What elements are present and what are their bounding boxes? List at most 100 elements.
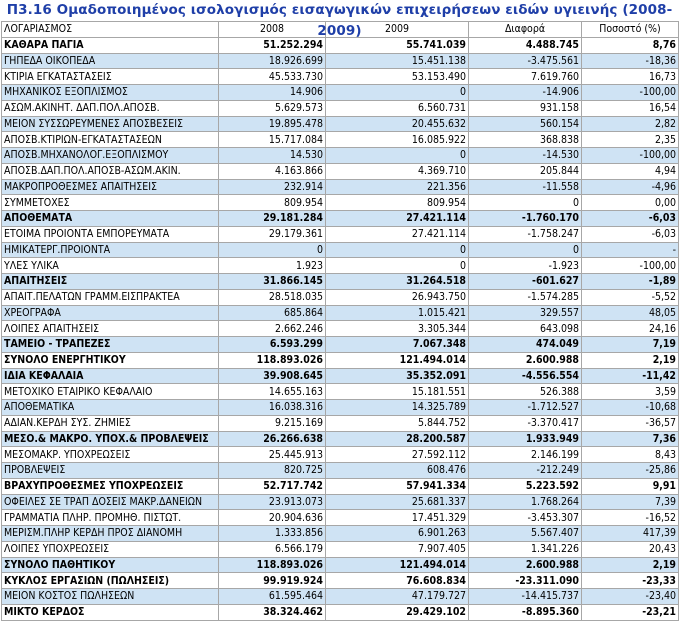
difference-cell: -3.453.307 [468,509,582,526]
account-cell: ΟΦΕΙΛΕΣ ΣΕ ΤΡΑΠ ΔΟΣΕΙΣ ΜΑΚΡ.ΔΑΝΕΙΩΝ [1,493,219,511]
value-2009-cell: 27.421.114 [325,210,469,227]
account-cell: ΛΟΙΠΕΣ ΑΠΑΙΤΗΣΕΙΣ [1,320,219,337]
percentage-cell: 2,19 [581,351,679,369]
account-cell: ΑΠΟΣΒ.ΔΑΠ.ΠΟΛ.ΑΠΟΣΒ-ΑΣΩΜ.ΑΚΙΝ. [1,162,219,180]
value-2008-cell: 1.333.856 [218,525,326,542]
percentage-cell: 7,39 [581,493,679,511]
value-2008-cell: 61.595.464 [218,588,326,605]
percentage-cell: -1,89 [581,273,679,290]
percentage-cell: 9,91 [581,477,679,495]
difference-cell: 329.557 [468,304,582,322]
difference-cell: 7.619.760 [468,68,582,85]
difference-cell: 4.488.745 [468,36,582,54]
value-2008-cell: 118.893.026 [218,556,326,574]
value-2008-cell: 18.926.699 [218,52,326,70]
account-cell: ΑΠΟΣΒ.ΚΤΙΡΙΩΝ-ΕΓΚΑΤΑΣΤΑΣΕΩΝ [1,131,219,148]
value-2009-cell: 1.015.421 [325,304,469,322]
value-2008-cell: 28.518.035 [218,288,326,306]
difference-cell: 1.341.226 [468,540,582,558]
value-2009-cell: 26.943.750 [325,288,469,306]
value-2008-cell: 0 [218,241,326,259]
account-cell: ΑΠΟΘΕΜΑΤΑ [1,210,219,227]
table-row: ΧΡΕΟΓΡΑΦΑ 685.864 1.015.421 329.557 48,05 [1,304,679,322]
table-row: ΒΡΑΧΥΠΡΟΘΕΣΜΕΣ ΥΠΟΧΡΕΩΣΕΙΣ 52.717.742 57.9… [1,477,679,495]
value-2009-cell: 25.681.337 [325,493,469,511]
value-2008-cell: 4.163.866 [218,162,326,180]
value-2009-cell: 121.494.014 [325,556,469,574]
header-difference: Διαφορά [468,21,582,38]
value-2008-cell: 685.864 [218,304,326,322]
percentage-cell: 0,00 [581,194,679,211]
value-2008-cell: 820.725 [218,462,326,479]
value-2009-cell: 53.153.490 [325,68,469,85]
difference-cell: -1.758.247 [468,225,582,243]
value-2008-cell: 1.923 [218,257,326,274]
table-row: ΠΡΟΒΛΕΨΕΙΣ 820.725 608.476 -212.249 -25,86 [1,462,679,479]
percentage-cell: -11,42 [581,367,679,385]
account-cell: ΕΤΟΙΜΑ ΠΡΟΙΟΝΤΑ ΕΜΠΟΡΕΥΜΑΤΑ [1,225,219,243]
difference-cell: 5.223.592 [468,477,582,495]
table-row: ΑΠΑΙΤΗΣΕΙΣ 31.866.145 31.264.518 -601.627 -1… [1,273,679,290]
table-row: ΣΥΜΜΕΤΟΧΕΣ 809.954 809.954 0 0,00 [1,194,679,211]
value-2009-cell: 4.369.710 [325,162,469,180]
value-2008-cell: 26.266.638 [218,430,326,448]
percentage-cell: - [581,241,679,259]
percentage-cell: 4,94 [581,162,679,180]
value-2009-cell: 27.421.114 [325,225,469,243]
difference-cell: 2.600.988 [468,351,582,369]
difference-cell: 5.567.407 [468,525,582,542]
value-2009-cell: 20.455.632 [325,115,469,133]
percentage-cell: 2,35 [581,131,679,148]
account-cell: ΜΙΚΤΟ ΚΕΡΔΟΣ [1,603,219,621]
difference-cell: -8.895.360 [468,603,582,621]
table-row: ΜΕΣΟΜΑΚΡ. ΥΠΟΧΡΕΩΣΕΙΣ 25.445.913 27.592.11… [1,446,679,463]
difference-cell: 1.768.264 [468,493,582,511]
difference-cell: 560.154 [468,115,582,133]
table-row: ΗΜΙΚΑΤΕΡΓ.ΠΡΟΙΟΝΤΑ 0 0 0- [1,241,679,259]
difference-cell: 0 [468,241,582,259]
value-2009-cell: 0 [325,257,469,274]
difference-cell: 474.049 [468,336,582,353]
percentage-cell: 16,73 [581,68,679,85]
difference-cell: -14.906 [468,84,582,101]
difference-cell: -14.530 [468,147,582,164]
difference-cell: -212.249 [468,462,582,479]
value-2008-cell: 2.662.246 [218,320,326,337]
account-cell: ΓΗΠΕΔΑ ΟΙΚΟΠΕΔΑ [1,52,219,70]
table-row: ΓΡΑΜΜΑΤΙΑ ΠΛΗΡ. ΠΡΟΜΗΘ. ΠΙΣΤΩΤ. 20.904.63… [1,509,679,526]
table-row: ΑΣΩΜ.ΑΚΙΝΗΤ. ΔΑΠ.ΠΟΛ.ΑΠΟΣΒ. 5.629.573 6.56… [1,99,679,117]
value-2009-cell: 7.067.348 [325,336,469,353]
percentage-cell: -4,96 [581,178,679,196]
percentage-cell: 3,59 [581,383,679,400]
percentage-cell: 7,36 [581,430,679,448]
account-cell: ΜΕΣΟ.& ΜΑΚΡΟ. ΥΠΟΧ.& ΠΡΟΒΛΕΨΕΙΣ [1,430,219,448]
table-row: ΛΟΙΠΕΣ ΥΠΟΧΡΕΩΣΕΙΣ 6.566.179 7.907.405 1.34… [1,540,679,558]
value-2008-cell: 118.893.026 [218,351,326,369]
table-row: ΑΔΙΑΝ.ΚΕΡΔΗ ΣΥΣ. ΖΗΜΙΕΣ 9.215.169 5.844.75… [1,414,679,432]
account-cell: ΜΕΙΟΝ ΚΟΣΤΟΣ ΠΩΛΗΣΕΩΝ [1,588,219,605]
value-2009-cell: 35.352.091 [325,367,469,385]
table-row: ΙΔΙΑ ΚΕΦΑΛΑΙΑ 39.908.645 35.352.091 -4.556.… [1,367,679,385]
table-row: ΜΑΚΡΟΠΡΟΘΕΣΜΕΣ ΑΠΑΙΤΗΣΕΙΣ 232.914 221.356-… [1,178,679,196]
table-row: ΜΕΣΟ.& ΜΑΚΡΟ. ΥΠΟΧ.& ΠΡΟΒΛΕΨΕΙΣ 26.266.63… [1,430,679,448]
account-cell: ΑΣΩΜ.ΑΚΙΝΗΤ. ΔΑΠ.ΠΟΛ.ΑΠΟΣΒ. [1,99,219,117]
table-title: Π3.16 Ομαδοποιημένος ισολογισμός εισαγωγ… [6,2,673,39]
balance-sheet-table: ΛΟΓΑΡΙΑΣΜΟΣ 2008 2009 Διαφορά Ποσοστό (%… [1,21,679,621]
value-2009-cell: 121.494.014 [325,351,469,369]
account-cell: ΑΠΑΙΤΗΣΕΙΣ [1,273,219,290]
difference-cell: -601.627 [468,273,582,290]
value-2009-cell: 0 [325,84,469,101]
difference-cell: 526.388 [468,383,582,400]
table-row: ΕΤΟΙΜΑ ΠΡΟΙΟΝΤΑ ΕΜΠΟΡΕΥΜΑΤΑ 29.179.361 27.… [1,225,679,243]
value-2008-cell: 99.919.924 [218,572,326,589]
account-cell: ΜΕΙΟΝ ΣΥΣΣΩΡΕΥΜΕΝΕΣ ΑΠΟΣΒΕΣΕΙΣ [1,115,219,133]
table-row: ΜΙΚΤΟ ΚΕΡΔΟΣ 38.324.462 29.429.102 -8.895.3… [1,603,679,621]
value-2008-cell: 25.445.913 [218,446,326,463]
value-2008-cell: 29.179.361 [218,225,326,243]
table-row: ΣΥΝΟΛΟ ΕΝΕΡΓΗΤΙΚΟΥ 118.893.026 121.494.014… [1,351,679,369]
percentage-cell: -6,03 [581,225,679,243]
difference-cell: -11.558 [468,178,582,196]
table-row: ΑΠΟΣΒ.ΚΤΙΡΙΩΝ-ΕΓΚΑΤΑΣΤΑΣΕΩΝ 15.717.084 16.… [1,131,679,148]
value-2009-cell: 7.907.405 [325,540,469,558]
account-cell: ΑΠΑΙΤ.ΠΕΛΑΤΩΝ ΓΡΑΜΜ.ΕΙΣΠΡΑΚΤΕΑ [1,288,219,306]
